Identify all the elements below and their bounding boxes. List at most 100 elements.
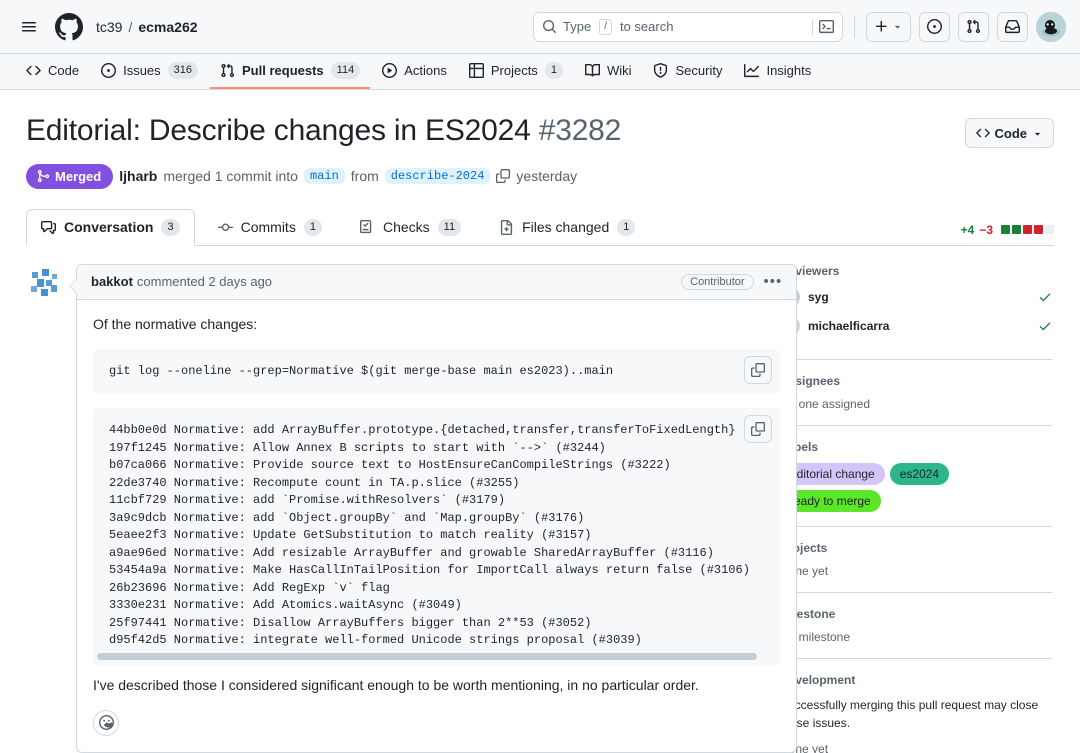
avatar[interactable]: [26, 264, 64, 302]
pr-from-text: from: [351, 168, 379, 184]
create-new-button[interactable]: [866, 12, 911, 42]
pull-request-page: Editorial: Describe changes in ES2024 #3…: [0, 90, 1080, 753]
terminal-icon: [819, 19, 834, 34]
notifications-inbox-button[interactable]: [997, 12, 1028, 42]
tab-counter: 3: [161, 219, 179, 236]
nav-item-label: Pull requests: [242, 63, 324, 78]
nav-item-label: Actions: [404, 63, 447, 78]
nav-item-wiki[interactable]: Wiki: [575, 54, 642, 89]
nav-item-label: Wiki: [607, 63, 632, 78]
tab-conversation[interactable]: Conversation 3: [26, 209, 195, 246]
head-branch-ref[interactable]: describe-2024: [385, 168, 491, 184]
repo-owner-link[interactable]: tc39: [96, 19, 122, 35]
nav-item-code[interactable]: Code: [16, 54, 89, 89]
issues-button[interactable]: [919, 12, 950, 42]
sidebar-milestone-title[interactable]: Milestone: [780, 607, 1052, 621]
avatar[interactable]: [1036, 12, 1066, 42]
comment-card: bakkot commented 2 days ago Contributor …: [76, 264, 797, 753]
milestone-empty-text: No milestone: [780, 630, 1052, 644]
breadcrumb: tc39 / ecma262: [96, 19, 198, 35]
diff-deletions: −3: [979, 223, 993, 237]
code-scrollbar-thumb[interactable]: [97, 653, 757, 660]
label-chip[interactable]: es2024: [890, 463, 949, 485]
sidebar-section-labels: Labels editorial change es2024 ready to …: [780, 440, 1052, 527]
comment-author-link[interactable]: bakkot: [91, 274, 133, 289]
nav-item-security[interactable]: Security: [643, 54, 732, 89]
play-icon: [382, 63, 397, 78]
add-reaction-button[interactable]: [93, 710, 119, 736]
check-icon: [1038, 319, 1052, 333]
kebab-horizontal-icon[interactable]: •••: [764, 277, 783, 287]
search-input[interactable]: Type / to search: [533, 12, 843, 42]
diff-blocks: [1001, 225, 1054, 234]
sidebar-development-title[interactable]: Development: [780, 673, 1052, 687]
nav-item-projects[interactable]: Projects 1: [459, 54, 573, 89]
nav-item-pull-requests[interactable]: Pull requests 114: [210, 54, 370, 89]
conversation-timeline: bakkot commented 2 days ago Contributor …: [26, 264, 756, 753]
pr-body: bakkot commented 2 days ago Contributor …: [26, 264, 1054, 753]
issue-opened-icon: [101, 63, 116, 78]
copy-icon: [751, 363, 765, 377]
repo-name-link[interactable]: ecma262: [138, 19, 197, 35]
tab-checks[interactable]: Checks 11: [345, 209, 476, 246]
code-button-label: Code: [995, 126, 1028, 141]
pull-requests-button[interactable]: [958, 12, 989, 42]
comment-header-actions: Contributor •••: [681, 274, 782, 290]
sidebar-assignees-title[interactable]: Assignees: [780, 374, 1052, 388]
sidebar-projects-title[interactable]: Projects: [780, 541, 1052, 555]
page-title: Editorial: Describe changes in ES2024 #3…: [26, 112, 621, 150]
issue-opened-icon: [927, 19, 942, 34]
user-avatar: [1036, 12, 1066, 42]
tab-commits[interactable]: Commits 1: [203, 209, 337, 246]
base-branch-ref[interactable]: main: [304, 168, 345, 184]
search-icon: [542, 19, 557, 34]
checklist-icon: [360, 220, 375, 235]
nav-item-label: Code: [48, 63, 79, 78]
copy-code-button[interactable]: [744, 356, 772, 384]
tab-files-changed[interactable]: Files changed 1: [484, 209, 650, 246]
inbox-icon: [1005, 19, 1020, 34]
comment-header: bakkot commented 2 days ago Contributor …: [77, 265, 796, 300]
command-palette-button[interactable]: [812, 19, 834, 35]
sidebar-reviewers-title[interactable]: Reviewers: [780, 264, 1052, 278]
nav-item-actions[interactable]: Actions: [372, 54, 457, 89]
pr-author-link[interactable]: ljharb: [119, 168, 157, 184]
github-logo[interactable]: [54, 12, 84, 42]
reviewer-name[interactable]: syg: [808, 290, 829, 304]
pr-timestamp: yesterday: [516, 168, 577, 184]
pr-title-text: Editorial: Describe changes in ES2024: [26, 114, 531, 147]
pr-sidebar: Reviewers syg michaelficarra: [780, 264, 1052, 753]
diff-block: [1045, 225, 1054, 234]
nav-item-label: Insights: [766, 63, 811, 78]
copy-branch-button[interactable]: [496, 169, 510, 183]
search-placeholder-prefix: Type: [563, 19, 591, 34]
nav-item-label: Projects: [491, 63, 538, 78]
hamburger-menu-button[interactable]: [14, 12, 44, 42]
git-pull-request-icon: [966, 19, 981, 34]
reviewer-name[interactable]: michaelficarra: [808, 319, 889, 333]
diff-additions: +4: [961, 223, 975, 237]
sidebar-labels-title[interactable]: Labels: [780, 440, 1052, 454]
commit-icon: [218, 220, 233, 235]
git-merge-icon: [36, 169, 50, 183]
tab-counter: 1: [617, 219, 635, 236]
bakkot-avatar: [26, 264, 64, 302]
pr-meta: Merged ljharb merged 1 commit into main …: [26, 164, 1054, 189]
code-scrollbar[interactable]: [93, 652, 780, 661]
search-slash-key: /: [599, 19, 612, 35]
pr-header: Editorial: Describe changes in ES2024 #3…: [26, 112, 1054, 150]
chevron-down-icon: [1032, 128, 1043, 139]
list-item: syg: [780, 287, 1052, 307]
nav-item-insights[interactable]: Insights: [734, 54, 821, 89]
hamburger-icon: [21, 19, 37, 35]
copy-icon: [496, 169, 510, 183]
assignees-empty-text: No one assigned: [780, 397, 1052, 411]
code-button[interactable]: Code: [965, 118, 1055, 148]
nav-item-counter: 316: [168, 62, 198, 79]
copy-code-button[interactable]: [744, 415, 772, 443]
tab-counter: 11: [438, 219, 461, 236]
comment-body: Of the normative changes: git log --onel…: [77, 300, 796, 752]
diff-block: [1001, 225, 1010, 234]
nav-item-issues[interactable]: Issues 316: [91, 54, 208, 89]
diff-stat[interactable]: +4 −3: [961, 223, 1054, 245]
